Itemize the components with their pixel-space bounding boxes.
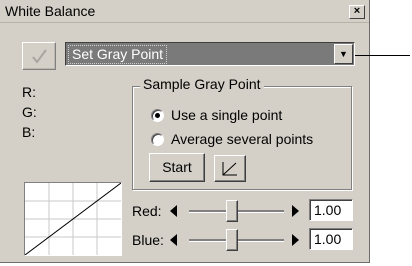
curve-icon [222, 162, 237, 176]
chevron-down-icon: ▼ [339, 49, 348, 59]
blue-slider-thumb[interactable] [226, 229, 239, 251]
checkmark-icon [32, 49, 47, 64]
tone-curve-graph [24, 182, 122, 256]
white-balance-dialog: White Balance × Set Gray Point ▼ R: G: B… [0, 0, 370, 263]
blue-value-input[interactable]: 1.00 [309, 228, 353, 250]
radio-selected-dot [155, 113, 160, 118]
blue-decrease-icon[interactable] [170, 234, 177, 246]
confirm-button[interactable] [22, 42, 56, 70]
g-label: G: [22, 104, 37, 120]
mode-select[interactable]: Set Gray Point ▼ [65, 42, 355, 66]
close-icon: × [353, 5, 361, 17]
start-button[interactable]: Start [149, 153, 205, 182]
blue-label: Blue: [132, 232, 164, 248]
b-label: B: [22, 124, 36, 140]
window-title: White Balance [5, 3, 96, 19]
close-button[interactable]: × [349, 5, 365, 19]
single-point-label[interactable]: Use a single point [171, 107, 282, 123]
curve-button[interactable] [214, 155, 246, 182]
red-decrease-icon[interactable] [170, 205, 177, 217]
mode-select-value: Set Gray Point [68, 45, 168, 64]
start-label: Start [162, 159, 192, 175]
average-points-label[interactable]: Average several points [171, 131, 313, 147]
red-increase-icon[interactable] [292, 205, 299, 217]
curve-grid [24, 182, 122, 256]
dropdown-button[interactable]: ▼ [334, 44, 353, 64]
blue-increase-icon[interactable] [292, 234, 299, 246]
red-value-input[interactable]: 1.00 [309, 199, 353, 221]
group-title: Sample Gray Point [140, 76, 264, 92]
title-bar: White Balance × [0, 0, 369, 23]
r-label: R: [22, 84, 36, 100]
red-slider-thumb[interactable] [226, 200, 239, 222]
red-label: Red: [132, 203, 162, 219]
callout-line [355, 55, 410, 56]
single-point-radio[interactable] [151, 109, 164, 122]
average-points-radio[interactable] [151, 133, 164, 146]
